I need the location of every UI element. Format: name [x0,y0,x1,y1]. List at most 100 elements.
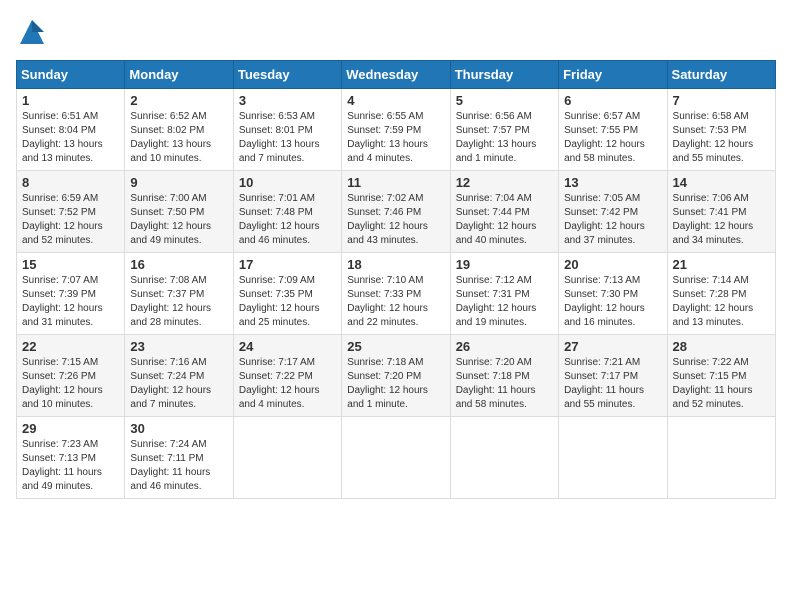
calendar-cell: 23 Sunrise: 7:16 AM Sunset: 7:24 PM Dayli… [125,335,233,417]
day-number: 20 [564,257,661,272]
calendar-cell: 21 Sunrise: 7:14 AM Sunset: 7:28 PM Dayli… [667,253,775,335]
calendar-cell: 22 Sunrise: 7:15 AM Sunset: 7:26 PM Dayli… [17,335,125,417]
day-number: 22 [22,339,119,354]
cell-info: Sunrise: 7:09 AM Sunset: 7:35 PM Dayligh… [239,274,336,330]
calendar-cell: 24Sunrise: 7:17 AM Sunset: 7:22 PM Dayli… [233,335,341,417]
calendar-cell: 27Sunrise: 7:21 AM Sunset: 7:17 PM Dayli… [559,335,667,417]
calendar-week-4: 22 Sunrise: 7:15 AM Sunset: 7:26 PM Dayli… [17,335,776,417]
logo-icon [16,16,48,48]
cell-info: Sunrise: 7:13 AM Sunset: 7:30 PM Dayligh… [564,274,661,330]
calendar-cell: 18 Sunrise: 7:10 AM Sunset: 7:33 PM Dayli… [342,253,450,335]
cell-info: Sunrise: 7:24 AM Sunset: 7:11 PM Dayligh… [130,438,227,494]
calendar-cell: 5Sunrise: 6:56 AM Sunset: 7:57 PM Daylig… [450,89,558,171]
weekday-header-tuesday: Tuesday [233,61,341,89]
day-number: 14 [673,175,770,190]
day-number: 29 [22,421,119,436]
cell-info: Sunrise: 6:53 AM Sunset: 8:01 PM Dayligh… [239,110,336,166]
weekday-header-row: SundayMondayTuesdayWednesdayThursdayFrid… [17,61,776,89]
cell-info: Sunrise: 6:58 AM Sunset: 7:53 PM Dayligh… [673,110,770,166]
calendar-table: SundayMondayTuesdayWednesdayThursdayFrid… [16,60,776,499]
cell-info: Sunrise: 7:07 AM Sunset: 7:39 PM Dayligh… [22,274,119,330]
calendar-cell [559,417,667,499]
day-number: 17 [239,257,336,272]
cell-info: Sunrise: 7:22 AM Sunset: 7:15 PM Dayligh… [673,356,770,412]
calendar-cell: 14 Sunrise: 7:06 AM Sunset: 7:41 PM Dayli… [667,171,775,253]
cell-info: Sunrise: 7:16 AM Sunset: 7:24 PM Dayligh… [130,356,227,412]
day-number: 11 [347,175,444,190]
day-number: 23 [130,339,227,354]
cell-info: Sunrise: 6:51 AM Sunset: 8:04 PM Dayligh… [22,110,119,166]
calendar-cell: 11 Sunrise: 7:02 AM Sunset: 7:46 PM Dayli… [342,171,450,253]
weekday-header-friday: Friday [559,61,667,89]
cell-info: Sunrise: 7:10 AM Sunset: 7:33 PM Dayligh… [347,274,444,330]
calendar-cell [342,417,450,499]
day-number: 6 [564,93,661,108]
day-number: 15 [22,257,119,272]
calendar-cell: 26 Sunrise: 7:20 AM Sunset: 7:18 PM Dayli… [450,335,558,417]
calendar-week-3: 15 Sunrise: 7:07 AM Sunset: 7:39 PM Dayli… [17,253,776,335]
cell-info: Sunrise: 7:12 AM Sunset: 7:31 PM Dayligh… [456,274,553,330]
day-number: 7 [673,93,770,108]
calendar-cell: 17 Sunrise: 7:09 AM Sunset: 7:35 PM Dayli… [233,253,341,335]
calendar-cell: 6 Sunrise: 6:57 AM Sunset: 7:55 PM Daylig… [559,89,667,171]
calendar-cell: 15 Sunrise: 7:07 AM Sunset: 7:39 PM Dayli… [17,253,125,335]
calendar-cell: 3 Sunrise: 6:53 AM Sunset: 8:01 PM Daylig… [233,89,341,171]
cell-info: Sunrise: 6:59 AM Sunset: 7:52 PM Dayligh… [22,192,119,248]
weekday-header-monday: Monday [125,61,233,89]
cell-info: Sunrise: 7:00 AM Sunset: 7:50 PM Dayligh… [130,192,227,248]
weekday-header-saturday: Saturday [667,61,775,89]
calendar-cell: 28 Sunrise: 7:22 AM Sunset: 7:15 PM Dayli… [667,335,775,417]
day-number: 28 [673,339,770,354]
calendar-cell: 30Sunrise: 7:24 AM Sunset: 7:11 PM Dayli… [125,417,233,499]
day-number: 1 [22,93,119,108]
cell-info: Sunrise: 7:02 AM Sunset: 7:46 PM Dayligh… [347,192,444,248]
cell-info: Sunrise: 7:18 AM Sunset: 7:20 PM Dayligh… [347,356,444,412]
calendar-cell: 25 Sunrise: 7:18 AM Sunset: 7:20 PM Dayli… [342,335,450,417]
cell-info: Sunrise: 7:06 AM Sunset: 7:41 PM Dayligh… [673,192,770,248]
calendar-cell: 8 Sunrise: 6:59 AM Sunset: 7:52 PM Daylig… [17,171,125,253]
weekday-header-wednesday: Wednesday [342,61,450,89]
calendar-week-5: 29 Sunrise: 7:23 AM Sunset: 7:13 PM Dayli… [17,417,776,499]
calendar-cell [667,417,775,499]
calendar-cell: 9Sunrise: 7:00 AM Sunset: 7:50 PM Daylig… [125,171,233,253]
calendar-cell: 2 Sunrise: 6:52 AM Sunset: 8:02 PM Daylig… [125,89,233,171]
cell-info: Sunrise: 7:20 AM Sunset: 7:18 PM Dayligh… [456,356,553,412]
calendar-cell: 12 Sunrise: 7:04 AM Sunset: 7:44 PM Dayli… [450,171,558,253]
calendar-cell: 20 Sunrise: 7:13 AM Sunset: 7:30 PM Dayli… [559,253,667,335]
calendar-cell: 13Sunrise: 7:05 AM Sunset: 7:42 PM Dayli… [559,171,667,253]
weekday-header-sunday: Sunday [17,61,125,89]
day-number: 4 [347,93,444,108]
calendar-cell: 29 Sunrise: 7:23 AM Sunset: 7:13 PM Dayli… [17,417,125,499]
day-number: 25 [347,339,444,354]
day-number: 13 [564,175,661,190]
calendar-cell: 10Sunrise: 7:01 AM Sunset: 7:48 PM Dayli… [233,171,341,253]
day-number: 3 [239,93,336,108]
cell-info: Sunrise: 6:52 AM Sunset: 8:02 PM Dayligh… [130,110,227,166]
day-number: 19 [456,257,553,272]
cell-info: Sunrise: 7:15 AM Sunset: 7:26 PM Dayligh… [22,356,119,412]
calendar-cell: 4 Sunrise: 6:55 AM Sunset: 7:59 PM Daylig… [342,89,450,171]
calendar-cell [233,417,341,499]
cell-info: Sunrise: 7:14 AM Sunset: 7:28 PM Dayligh… [673,274,770,330]
day-number: 16 [130,257,227,272]
page-header [16,16,776,48]
day-number: 26 [456,339,553,354]
cell-info: Sunrise: 6:57 AM Sunset: 7:55 PM Dayligh… [564,110,661,166]
logo [16,16,52,48]
calendar-cell: 1 Sunrise: 6:51 AM Sunset: 8:04 PM Daylig… [17,89,125,171]
day-number: 8 [22,175,119,190]
day-number: 21 [673,257,770,272]
day-number: 2 [130,93,227,108]
cell-info: Sunrise: 6:55 AM Sunset: 7:59 PM Dayligh… [347,110,444,166]
day-number: 18 [347,257,444,272]
day-number: 10 [239,175,336,190]
weekday-header-thursday: Thursday [450,61,558,89]
calendar-cell: 16Sunrise: 7:08 AM Sunset: 7:37 PM Dayli… [125,253,233,335]
cell-info: Sunrise: 7:23 AM Sunset: 7:13 PM Dayligh… [22,438,119,494]
calendar-week-1: 1 Sunrise: 6:51 AM Sunset: 8:04 PM Daylig… [17,89,776,171]
cell-info: Sunrise: 6:56 AM Sunset: 7:57 PM Dayligh… [456,110,553,166]
day-number: 27 [564,339,661,354]
cell-info: Sunrise: 7:04 AM Sunset: 7:44 PM Dayligh… [456,192,553,248]
calendar-cell: 7 Sunrise: 6:58 AM Sunset: 7:53 PM Daylig… [667,89,775,171]
day-number: 12 [456,175,553,190]
